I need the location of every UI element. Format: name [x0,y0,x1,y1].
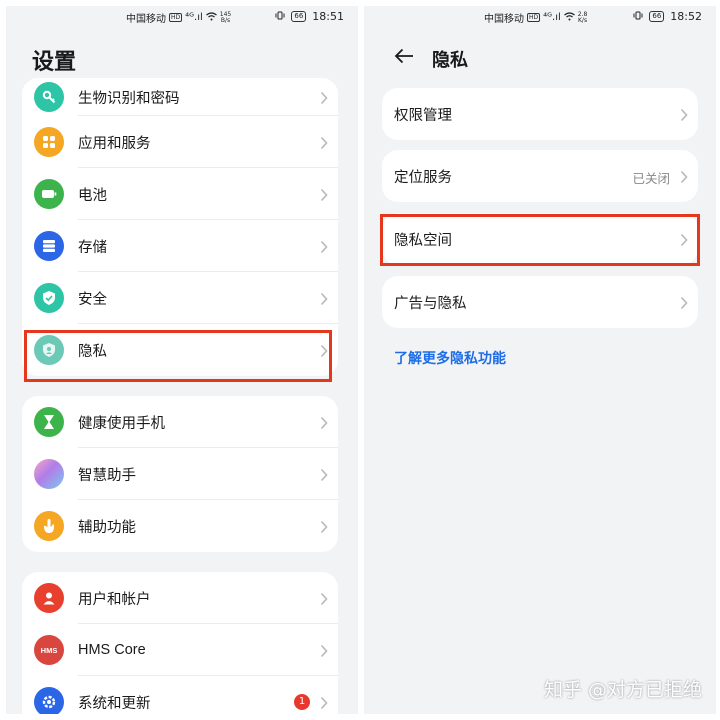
speed-unit: B/s [220,16,231,24]
settings-item-accessibility[interactable]: 辅助功能 [22,500,338,552]
chevron-right-icon [320,695,328,714]
update-count-badge: 1 [294,694,310,710]
shield-check-icon [34,283,64,313]
signal-icon: ⁴ᴳ.ıl [185,12,203,23]
status-bar: 中国移动 HD ⁴ᴳ.ıl 2.8 K/s 66 18:52 [364,6,716,28]
status-bar: 中国移动 HD ⁴ᴳ.ıl 145 B/s 66 18:51 [6,6,358,28]
chevron-right-icon [680,232,688,251]
privacy-icon [34,335,64,365]
settings-item-label: 隐私 [78,343,107,360]
chevron-right-icon [320,239,328,258]
vibrate-icon [275,10,285,23]
hand-icon [34,511,64,541]
privacy-item-ads[interactable]: 广告与隐私 [382,276,698,328]
settings-item-hms-core[interactable]: HMS HMS Core [22,624,338,676]
wifi-icon [205,11,217,24]
settings-item-label: 安全 [78,291,107,308]
settings-item-label: 辅助功能 [78,519,136,536]
page-title: 隐私 [432,50,468,71]
chevron-right-icon [320,187,328,206]
chevron-right-icon [320,591,328,610]
settings-item-privacy[interactable]: 隐私 [22,324,338,376]
settings-item-accounts[interactable]: 用户和帐户 [22,572,338,624]
chevron-right-icon [320,467,328,486]
settings-item-apps[interactable]: 应用和服务 [22,116,338,168]
settings-item-digital-balance[interactable]: 健康使用手机 [22,396,338,448]
settings-item-label: 智慧助手 [78,467,136,484]
chevron-right-icon [680,169,688,188]
settings-item-label: 存储 [78,239,107,256]
privacy-item-private-space[interactable]: 隐私空间 [382,213,698,265]
settings-group-2: 健康使用手机 智慧助手 辅助功能 [22,396,338,552]
settings-group-1: 生物识别和密码 应用和服务 电池 存储 安全 隐私 [22,78,338,376]
settings-screen: 中国移动 HD ⁴ᴳ.ıl 145 B/s 66 18:51 设置 生物识别和密… [6,6,358,714]
settings-item-label: 电池 [78,187,107,204]
user-icon [34,583,64,613]
chevron-right-icon [320,291,328,310]
privacy-item-location[interactable]: 定位服务 已关闭 [382,150,698,202]
settings-item-label: 应用和服务 [78,135,151,152]
chevron-right-icon [320,90,328,109]
storage-icon [34,231,64,261]
hourglass-icon [34,407,64,437]
learn-more-privacy-link[interactable]: 了解更多隐私功能 [394,348,506,368]
privacy-screen: 中国移动 HD ⁴ᴳ.ıl 2.8 K/s 66 18:52 隐私 权限管理 定… [364,6,716,714]
key-icon [34,82,64,112]
settings-item-label: 用户和帐户 [78,591,151,608]
hms-icon: HMS [34,635,64,665]
assistant-orb-icon [34,459,64,489]
system-update-icon [34,687,64,714]
privacy-item-label: 隐私空间 [394,232,452,249]
chevron-right-icon [320,343,328,362]
privacy-item-permissions[interactable]: 权限管理 [382,88,698,140]
location-status-value: 已关闭 [632,171,670,186]
watermark: 知乎 @对方已拒绝 [543,679,702,701]
chevron-right-icon [680,295,688,314]
battery-icon [34,179,64,209]
settings-item-system-update[interactable]: 系统和更新 1 [22,676,338,714]
chevron-right-icon [320,519,328,538]
hd-badge: HD [169,13,183,22]
carrier-label: 中国移动 [126,14,166,25]
network-speed: 145 B/s [220,11,231,24]
chevron-right-icon [320,135,328,154]
clock: 18:52 [670,10,702,23]
chevron-right-icon [320,415,328,434]
battery-indicator: 66 [649,11,665,22]
settings-item-label: 生物识别和密码 [78,90,180,107]
page-title: 设置 [32,50,77,75]
chevron-right-icon [680,107,688,126]
chevron-right-icon [320,643,328,662]
settings-item-biometrics[interactable]: 生物识别和密码 [22,78,338,116]
vibrate-icon [633,10,643,23]
wifi-icon [563,11,575,24]
privacy-item-label: 权限管理 [394,107,452,124]
back-arrow-icon[interactable] [394,48,414,68]
privacy-item-label: 广告与隐私 [394,295,467,312]
network-speed: 2.8 K/s [577,11,588,24]
battery-indicator: 66 [291,11,307,22]
settings-item-label: 系统和更新 [78,695,151,712]
clock: 18:51 [312,10,344,23]
settings-item-assistant[interactable]: 智慧助手 [22,448,338,500]
speed-unit: K/s [577,16,588,24]
apps-grid-icon [34,127,64,157]
settings-item-battery[interactable]: 电池 [22,168,338,220]
settings-item-security[interactable]: 安全 [22,272,338,324]
carrier-label: 中国移动 [484,14,524,25]
settings-group-3: 用户和帐户 HMS HMS Core 系统和更新 1 [22,572,338,714]
signal-icon: ⁴ᴳ.ıl [543,12,561,23]
settings-item-label: 健康使用手机 [78,415,165,432]
settings-item-label: HMS Core [78,642,146,658]
privacy-item-label: 定位服务 [394,169,452,186]
hd-badge: HD [527,13,541,22]
settings-item-storage[interactable]: 存储 [22,220,338,272]
